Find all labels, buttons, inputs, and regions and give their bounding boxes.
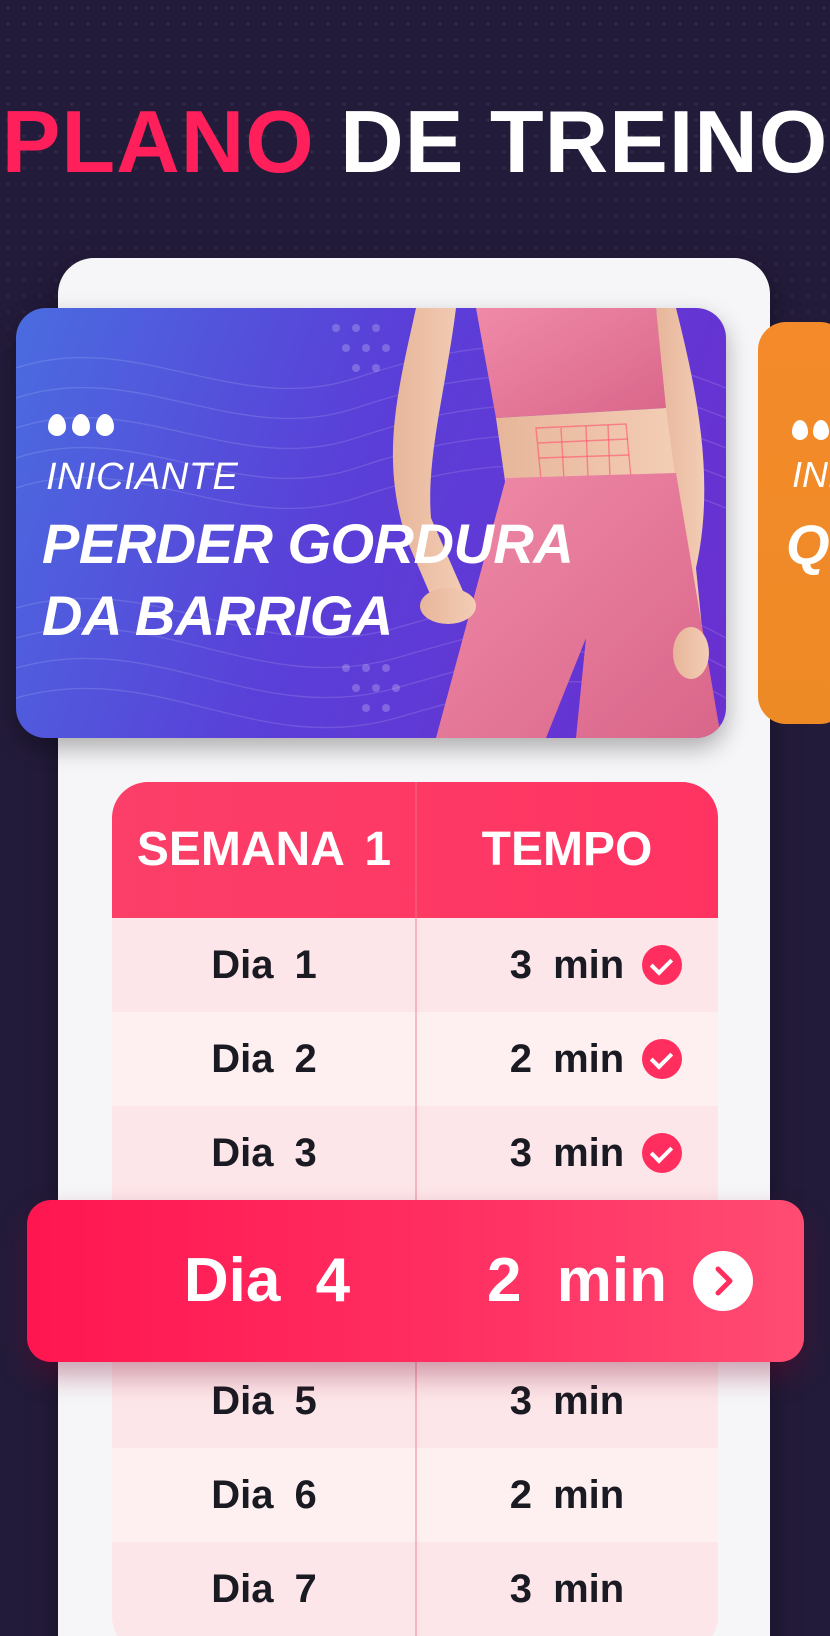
day-cell: Dia 5	[211, 1379, 317, 1423]
day-cell: Dia 7	[211, 1567, 317, 1611]
time-header: TEMPO	[481, 823, 653, 876]
difficulty-flames	[48, 414, 114, 436]
day-cell: Dia 2	[211, 1037, 317, 1081]
flame-icon	[96, 414, 114, 436]
start-day-button[interactable]	[693, 1251, 753, 1311]
program-card-belly-fat[interactable]: INICIANTE PERDER GORDURA DA BARRIGA	[16, 308, 726, 738]
flame-icon	[72, 414, 90, 436]
program-title: PERDER GORDURA DA BARRIGA	[42, 512, 572, 647]
check-circle-icon	[642, 1039, 682, 1079]
flame-icon	[48, 414, 66, 436]
flame-icon	[813, 420, 829, 440]
next-program-title: Q	[786, 513, 830, 576]
check-circle-icon	[642, 945, 682, 985]
day-cell: Dia 3	[211, 1131, 317, 1175]
difficulty-flames	[792, 420, 829, 440]
current-day-time: 2 min	[487, 1246, 667, 1315]
next-level-label: INICIANTE	[792, 454, 830, 495]
page-title: PLANO DE TREINO	[0, 92, 830, 192]
current-day-row[interactable]: Dia 4 2 min	[27, 1200, 804, 1362]
page-title-accent: PLANO	[1, 92, 315, 191]
chevron-right-icon	[715, 1266, 733, 1296]
check-circle-icon	[642, 1133, 682, 1173]
time-cell: 2 min	[509, 1473, 625, 1517]
week-header: SEMANA 1	[136, 823, 392, 876]
time-cell: 3 min	[509, 1567, 625, 1611]
time-cell: 3 min	[509, 1379, 625, 1423]
flame-icon	[792, 420, 808, 440]
page-title-rest: DE TREINO	[340, 92, 829, 191]
current-day-label: Dia 4	[183, 1246, 351, 1315]
day-cell: Dia 6	[211, 1473, 317, 1517]
day-cell: Dia 1	[211, 943, 317, 987]
level-label: INICIANTE	[46, 456, 239, 498]
